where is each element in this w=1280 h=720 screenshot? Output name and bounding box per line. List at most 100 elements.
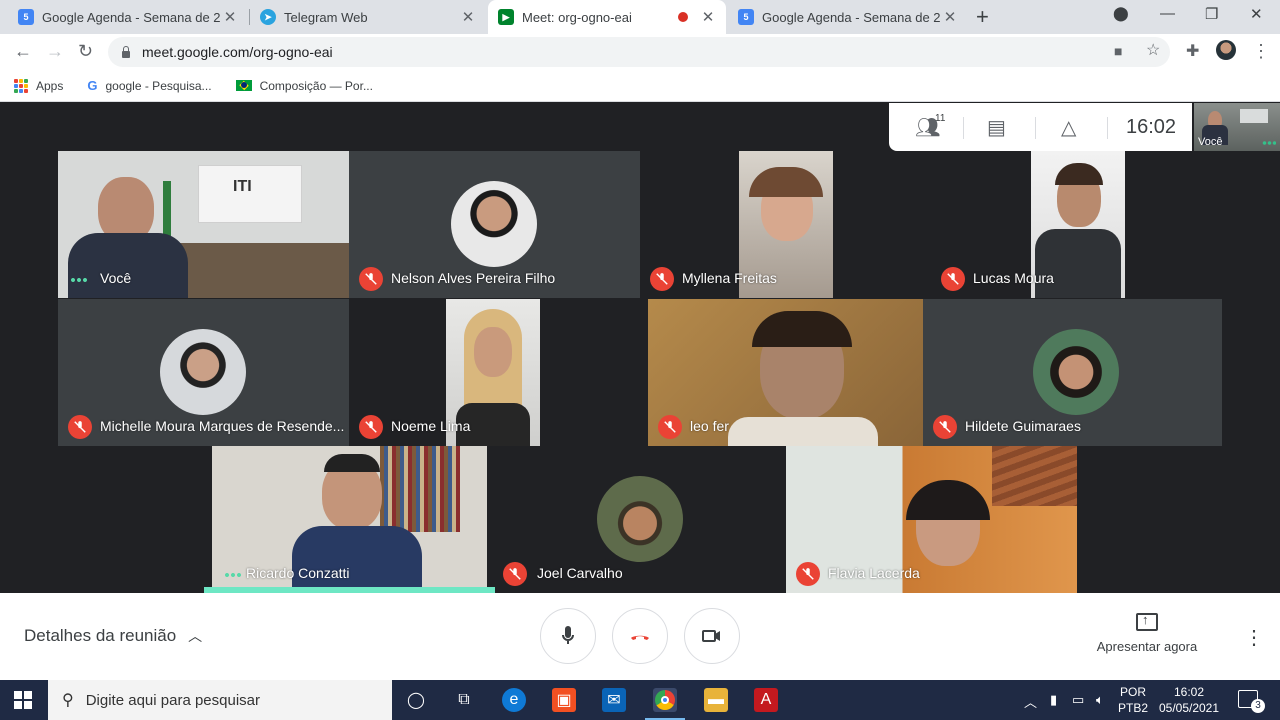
participant-tile[interactable]: Nelson Alves Pereira Filho <box>349 151 640 298</box>
participant-count: 11 <box>935 113 946 124</box>
bookmark-google-search[interactable]: G google - Pesquisa... <box>87 78 211 93</box>
camera-icon[interactable]: ■ <box>1114 43 1122 59</box>
back-icon[interactable]: ← <box>14 41 32 62</box>
participant-tile[interactable]: Myllena Freitas <box>640 151 931 298</box>
meeting-clock: 16:02 <box>1126 116 1177 138</box>
participant-tile[interactable]: leo fer <box>648 299 923 446</box>
hair-shape <box>906 480 990 520</box>
language-indicator[interactable]: POR PTB2 <box>1118 684 1148 716</box>
close-window-icon[interactable]: ✕ <box>1250 5 1263 23</box>
mic-off-icon <box>359 415 383 439</box>
meet-icon: ▶ <box>498 9 514 25</box>
tray-chevron-up-icon[interactable]: ︿ <box>1024 692 1037 711</box>
participant-name: Noeme Lima <box>391 418 471 434</box>
participant-tile[interactable]: Lucas Moura <box>931 151 1222 298</box>
microphone-icon <box>562 626 574 644</box>
calendar-icon: 5 <box>18 9 34 25</box>
tab-google-agenda-2[interactable]: 5 Google Agenda - Semana de 2 de ✕ <box>728 0 968 34</box>
bookmark-label: Composição — Por... <box>259 78 373 93</box>
tab-strip: 5 Google Agenda - Semana de 2 de ✕ ➤ Tel… <box>0 0 1280 34</box>
windows-start-icon[interactable] <box>14 691 32 709</box>
camera-button[interactable] <box>684 608 740 664</box>
hair-shape <box>324 454 380 472</box>
close-icon[interactable]: ✕ <box>700 8 716 26</box>
present-now-button[interactable]: Apresentar agora <box>1092 612 1202 654</box>
tab-google-agenda-1[interactable]: 5 Google Agenda - Semana de 2 de ✕ <box>8 0 248 34</box>
participant-name: Myllena Freitas <box>682 270 777 286</box>
meet-top-panel: 👥︎ 11 ▤ △ 16:02 <box>889 103 1192 151</box>
participant-avatar <box>160 329 246 415</box>
address-bar[interactable]: meet.google.com/org-ogno-eai <box>108 37 1170 67</box>
volume-icon[interactable]: 🔈︎ <box>1096 692 1104 708</box>
tab-meet[interactable]: ▶ Meet: org-ogno-eai ✕ <box>488 0 726 34</box>
video-camera-icon <box>702 630 720 642</box>
extensions-icon[interactable]: ✚ <box>1186 41 1199 61</box>
acrobat-icon[interactable]: A <box>754 688 778 712</box>
participant-tile[interactable]: Flavia Lacerda <box>786 446 1077 593</box>
present-now-label: Apresentar agora <box>1096 639 1198 654</box>
notifications-icon[interactable]: 3 <box>1238 690 1265 713</box>
participant-tile[interactable]: Noeme Lima <box>349 299 640 446</box>
roof-shape <box>992 446 1077 506</box>
mic-off-icon <box>359 267 383 291</box>
participant-tile[interactable]: Hildete Guimaraes <box>923 299 1222 446</box>
tab-title: Google Agenda - Semana de 2 de <box>42 9 222 25</box>
tab-search-icon[interactable]: ⬤ <box>1113 5 1129 22</box>
tab-telegram[interactable]: ➤ Telegram Web ✕ <box>250 0 486 34</box>
network-icon[interactable]: ▭ <box>1072 692 1084 708</box>
close-icon[interactable]: ✕ <box>222 8 238 26</box>
present-screen-icon <box>1136 612 1158 631</box>
iti-wall-sign: ITI <box>198 165 302 223</box>
more-options-icon[interactable]: ⋮ <box>1244 625 1264 650</box>
close-icon[interactable]: ✕ <box>942 8 958 26</box>
participant-name: Flavia Lacerda <box>828 565 920 581</box>
participant-tile[interactable]: ITI Você <box>58 151 349 298</box>
new-tab-button[interactable]: + <box>976 4 989 30</box>
file-explorer-icon[interactable]: ▬ <box>704 688 728 712</box>
participant-tile[interactable]: Ricardo Conzatti <box>212 446 487 593</box>
table-shape <box>178 243 349 298</box>
participant-name: leo fer <box>690 418 729 434</box>
self-view-thumbnail[interactable]: Você <box>1194 103 1280 151</box>
speaking-indicator-icon <box>70 278 88 282</box>
task-view-icon[interactable]: ⧉ <box>452 688 476 712</box>
mail-icon[interactable]: ✉ <box>602 688 626 712</box>
usb-icon[interactable]: ▮ <box>1050 692 1057 708</box>
participant-tile[interactable]: Joel Carvalho <box>487 446 786 593</box>
participant-avatar <box>451 181 537 267</box>
restore-icon[interactable]: ❐ <box>1205 5 1218 23</box>
bookmark-label: google - Pesquisa... <box>105 78 212 93</box>
forward-icon[interactable]: → <box>46 41 64 62</box>
bookmark-apps[interactable]: Apps <box>14 78 63 93</box>
star-icon[interactable]: ☆ <box>1146 40 1160 60</box>
reload-icon[interactable]: ↻ <box>78 41 93 62</box>
bookmark-composicao[interactable]: Composição — Por... <box>235 78 373 93</box>
self-backdrop <box>1240 109 1268 123</box>
activities-icon[interactable]: △ <box>1061 115 1076 140</box>
close-icon[interactable]: ✕ <box>460 8 476 26</box>
shirt-shape <box>292 526 422 593</box>
windows-taskbar: ⚲ Digite aqui para pesquisar ◯ ⧉ e ▣ ✉ ▬… <box>0 680 1280 720</box>
meeting-details-button[interactable]: Detalhes da reunião ︿ <box>24 626 202 646</box>
google-icon: G <box>87 78 98 93</box>
taskbar-search-box[interactable]: ⚲ Digite aqui para pesquisar <box>48 680 392 720</box>
edge-icon[interactable]: e <box>502 688 526 712</box>
participant-tile[interactable]: Michelle Moura Marques de Resende... <box>58 299 349 446</box>
chevron-up-icon: ︿ <box>188 628 203 644</box>
hang-up-button[interactable] <box>612 608 668 664</box>
chrome-icon[interactable] <box>645 688 685 720</box>
store-icon[interactable]: ▣ <box>552 688 576 712</box>
minimize-icon[interactable]: — <box>1160 5 1175 22</box>
profile-avatar[interactable] <box>1216 40 1236 60</box>
menu-icon[interactable]: ⋮ <box>1252 41 1270 62</box>
meet-controls-bar: Detalhes da reunião ︿ Apresentar agora ⋮ <box>0 593 1280 680</box>
microphone-button[interactable] <box>540 608 596 664</box>
browser-toolbar: ← → ↻ meet.google.com/org-ogno-eai ■ ☆ ✚… <box>0 34 1280 70</box>
cortana-icon[interactable]: ◯ <box>404 688 428 712</box>
participant-name: Você <box>100 270 132 286</box>
participant-name: Hildete Guimaraes <box>965 418 1081 434</box>
taskbar-clock[interactable]: 16:02 05/05/2021 <box>1150 684 1228 716</box>
chat-icon[interactable]: ▤ <box>987 115 1006 140</box>
speaking-indicator-icon <box>224 573 242 577</box>
hair-shape <box>752 311 852 347</box>
